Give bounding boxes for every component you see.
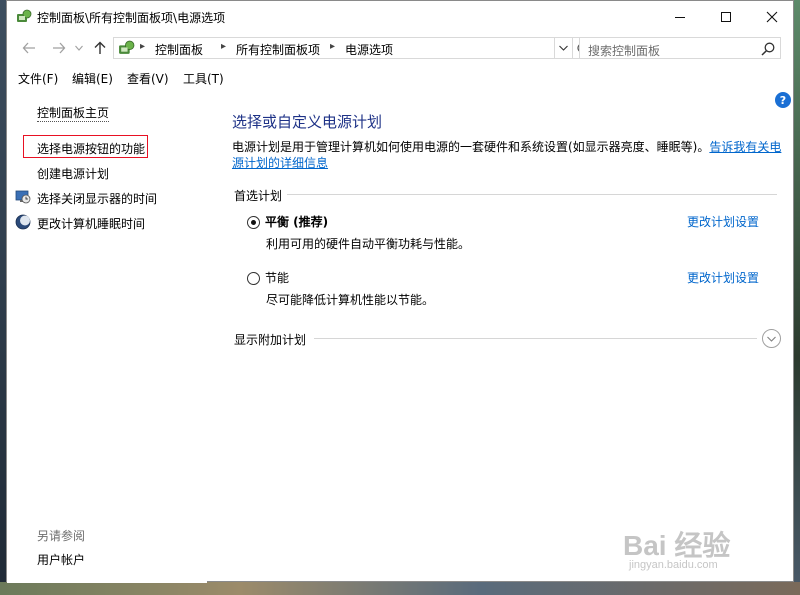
back-button[interactable] [19,38,39,58]
close-icon [766,11,778,23]
page-description: 电源计划是用于管理计算机如何使用电源的一套硬件和系统设置(如显示器亮度、睡眠等)… [232,139,784,171]
control-panel-home-link[interactable]: 控制面板主页 [37,104,110,122]
arrow-right-icon [53,42,66,54]
expand-additional-plans-button[interactable] [762,329,781,348]
power-saver-plan-radio[interactable] [247,272,260,285]
additional-plans-divider [314,338,757,339]
power-saver-change-settings-link[interactable]: 更改计划设置 [687,269,759,286]
control-panel-location-icon [118,40,135,57]
create-power-plan-link[interactable]: 创建电源计划 [37,165,109,182]
monitor-clock-icon [15,189,31,205]
breadcrumb-separator-icon[interactable]: ▸ [221,41,226,52]
balanced-plan-description: 利用可用的硬件自动平衡功耗与性能。 [266,237,471,251]
breadcrumb-separator-icon[interactable]: ▸ [140,41,145,52]
chevron-down-icon [767,336,776,342]
balanced-change-settings-link[interactable]: 更改计划设置 [687,213,759,230]
see-also-heading: 另请参阅 [37,529,86,543]
minimize-icon [675,16,685,18]
control-panel-app-icon [16,9,32,25]
description-text: 电源计划是用于管理计算机如何使用电源的一套硬件和系统设置(如显示器亮度、睡眠等)… [232,140,710,154]
breadcrumb-control-panel[interactable]: 控制面板 [155,41,203,58]
control-panel-window: 控制面板\所有控制面板项\电源选项 ▸ 控制面板 ▸ 所有控制面板项 ▸ 电源选… [6,0,794,583]
page-title: 选择或自定义电源计划 [232,113,383,131]
breadcrumb-power-options[interactable]: 电源选项 [345,41,393,58]
menu-bar: 文件(F) 编辑(E) 查看(V) 工具(T) [7,67,793,89]
address-history-button[interactable] [555,37,573,59]
close-button[interactable] [749,1,795,33]
search-placeholder: 搜索控制面板 [588,44,661,58]
desktop-background-bottom [0,582,800,595]
address-bar[interactable]: ▸ 控制面板 ▸ 所有控制面板项 ▸ 电源选项 [113,37,555,59]
chevron-down-icon [75,45,83,51]
balanced-plan-radio[interactable] [247,216,260,229]
minimize-button[interactable] [657,1,703,33]
change-sleep-time-link[interactable]: 更改计算机睡眠时间 [37,215,145,232]
breadcrumb-all-items[interactable]: 所有控制面板项 [236,41,320,58]
section-divider [287,194,777,195]
preferred-plans-heading: 首选计划 [234,189,283,203]
arrow-up-icon [94,41,106,54]
chevron-down-icon [559,45,568,51]
power-saver-plan-name[interactable]: 节能 [265,269,289,286]
power-saver-plan-description: 尽可能降低计算机性能以节能。 [266,293,435,307]
help-icon[interactable]: ? [775,92,791,108]
menu-tools[interactable]: 工具(T) [183,70,224,87]
left-task-pane: 控制面板主页 选择电源按钮的功能 创建电源计划 选择关闭显示器的时间 更改计算机… [7,89,207,583]
choose-display-off-time-link[interactable]: 选择关闭显示器的时间 [37,190,157,207]
forward-button[interactable] [49,38,69,58]
search-icon[interactable] [760,41,776,57]
up-button[interactable] [90,38,110,58]
search-input[interactable]: 搜索控制面板 [579,37,781,59]
breadcrumb-separator-icon[interactable]: ▸ [330,41,335,52]
choose-power-button-link[interactable]: 选择电源按钮的功能 [37,140,145,157]
maximize-button[interactable] [703,1,749,33]
watermark-url: jingyan.baidu.com [629,559,718,571]
desktop-background-right [794,0,800,595]
menu-view[interactable]: 查看(V) [127,70,169,87]
menu-file[interactable]: 文件(F) [18,70,58,87]
arrow-left-icon [22,42,35,54]
show-additional-plans-label[interactable]: 显示附加计划 [234,331,306,348]
watermark-logo: Bai 经验 [623,530,731,561]
window-title: 控制面板\所有控制面板项\电源选项 [37,11,226,25]
navigation-bar: ▸ 控制面板 ▸ 所有控制面板项 ▸ 电源选项 搜索控制面板 [7,33,793,63]
user-accounts-link[interactable]: 用户帐户 [37,551,85,568]
menu-edit[interactable]: 编辑(E) [72,70,113,87]
title-bar[interactable]: 控制面板\所有控制面板项\电源选项 [7,1,793,33]
balanced-plan-name[interactable]: 平衡 (推荐) [265,213,328,230]
baidu-jingyan-watermark: Bai 经验 jingyan.baidu.com [623,519,773,579]
recent-locations-button[interactable] [69,38,89,58]
moon-sleep-icon [15,214,31,230]
maximize-icon [721,12,731,22]
